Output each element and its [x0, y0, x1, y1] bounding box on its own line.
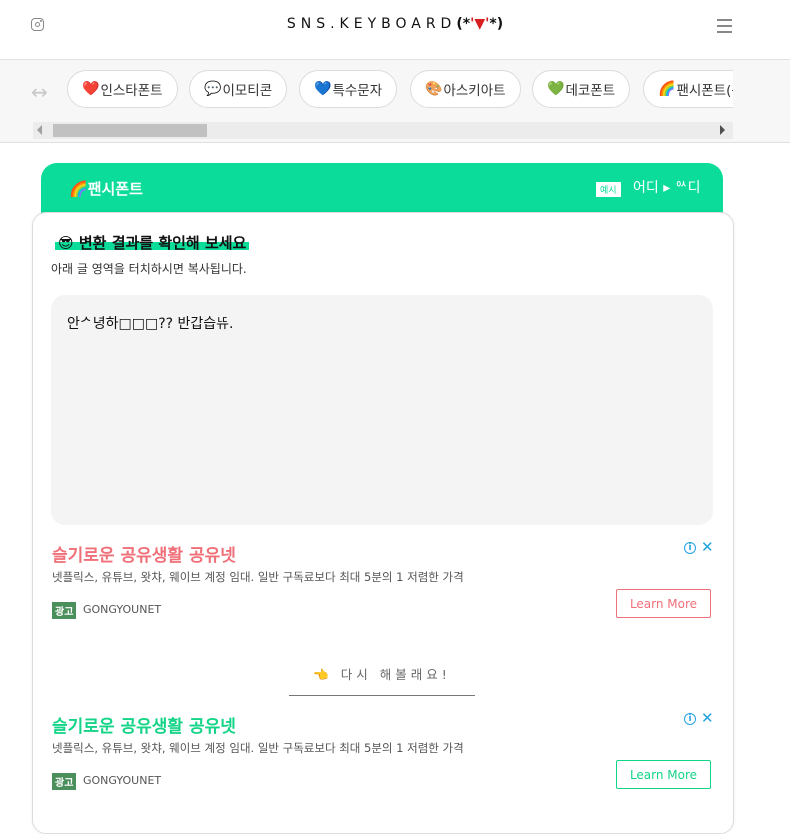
speech-bubble-icon: 💬	[204, 81, 222, 97]
green-heart-icon: 💚	[547, 81, 565, 97]
learn-more-button[interactable]: Learn More	[616, 589, 711, 618]
ad-badge: 광고	[52, 602, 77, 619]
result-title: 😎 변환 결과를 확인해 보세요	[55, 232, 250, 253]
red-heart-icon: ❤️	[82, 81, 100, 97]
ad-description: 넷플릭스, 유튜브, 왓챠, 웨이브 계정 임대. 일반 구독료보다 최대 5분…	[52, 741, 464, 755]
learn-more-button[interactable]: Learn More	[616, 760, 711, 789]
ad-badge: 광고	[52, 773, 77, 790]
scrollbar-thumb[interactable]	[53, 124, 207, 137]
logo-face-tongue: '▼'	[470, 16, 490, 32]
category-tab-strip: ↔ ❤️ 인스타폰트 💬 이모티콘 💙 특수문자 🎨 아스키아트 💚 데코폰트 🌈 팬시폰트…	[0, 60, 790, 143]
tab-label: 특수문자	[332, 83, 383, 99]
pointing-hand-icon: 👈	[313, 667, 333, 682]
logo-face: (*'▼'*)	[456, 16, 503, 32]
logo-face-right: *)	[489, 16, 504, 32]
ad-close-icon[interactable]: ✕	[701, 538, 714, 556]
tab-special-chars[interactable]: 💙 특수문자	[299, 70, 398, 108]
ad-title[interactable]: 슬기로운 공유생활 공유넷	[52, 541, 236, 566]
ad-description: 넷플릭스, 유튜브, 왓챠, 웨이브 계정 임대. 일반 구독료보다 최대 5분…	[52, 570, 464, 584]
tab-fancy-font[interactable]: 🌈팬시폰트(특	[643, 70, 733, 108]
top-header: SNS.KEYBOARD(*'▼'*)	[0, 0, 790, 60]
hamburger-menu-icon[interactable]	[717, 19, 732, 33]
rainbow-icon: 🌈	[658, 81, 676, 97]
tab-deco-font[interactable]: 💚 데코폰트	[532, 70, 631, 108]
ad-brand: GONGYOUNET	[83, 774, 162, 787]
horizontal-scrollbar[interactable]	[33, 122, 733, 139]
tab-label: 이모티콘	[222, 83, 273, 99]
result-title-text: 변환 결과를 확인해 보세요	[78, 234, 247, 252]
sunglasses-face-icon: 😎	[58, 234, 74, 252]
result-subtitle: 아래 글 영역을 터치하시면 복사됩니다.	[51, 262, 247, 276]
ad-info-icon[interactable]: i	[684, 542, 696, 554]
ad-brand: GONGYOUNET	[83, 603, 162, 616]
ad-title[interactable]: 슬기로운 공유생활 공유넷	[52, 712, 236, 737]
tab-insta-font[interactable]: ❤️ 인스타폰트	[67, 70, 178, 108]
retry-label: 다시 해볼래요!	[340, 667, 451, 682]
tab-label: 인스타폰트	[100, 83, 163, 99]
ad-banner-1[interactable]: 슬기로운 공유생활 공유넷 넷플릭스, 유튜브, 왓챠, 웨이브 계정 임대. …	[51, 538, 714, 641]
result-output-text[interactable]: 안ᄼ녕하□□□?? 반갑습ᄕᅲ.	[67, 313, 233, 333]
site-logo[interactable]: SNS.KEYBOARD(*'▼'*)	[0, 16, 790, 32]
scroll-right-arrow[interactable]	[720, 125, 725, 135]
panel-title: 🌈팬시폰트	[69, 178, 143, 199]
scroll-hint-arrows-icon: ↔	[31, 80, 48, 104]
scroll-left-arrow[interactable]	[37, 125, 42, 135]
logo-text: SNS.KEYBOARD	[286, 16, 457, 32]
result-output-box[interactable]: 안ᄼ녕하□□□?? 반갑습ᄕᅲ.	[51, 295, 713, 525]
example-text: 어디 ▸ ᅅ디	[633, 180, 701, 196]
logo-face-left: (*	[456, 16, 471, 32]
ad-info-icon[interactable]: i	[684, 713, 696, 725]
example-badge: 예시	[596, 182, 621, 197]
rainbow-icon: 🌈	[69, 180, 88, 198]
tab-emoticon[interactable]: 💬 이모티콘	[189, 70, 288, 108]
result-card: 😎 변환 결과를 확인해 보세요 아래 글 영역을 터치하시면 복사됩니다. 안…	[32, 212, 734, 834]
blue-heart-icon: 💙	[314, 81, 332, 97]
tab-label: 아스키아트	[443, 83, 506, 99]
tab-ascii-art[interactable]: 🎨 아스키아트	[410, 70, 521, 108]
panel-title-text: 팬시폰트	[87, 180, 143, 198]
retry-button[interactable]: 👈 다시 해볼래요!	[289, 661, 475, 696]
tab-label: 데코폰트	[565, 83, 616, 99]
tab-label: 팬시폰트(특	[676, 83, 733, 99]
palette-icon: 🎨	[425, 81, 443, 97]
ad-banner-2[interactable]: 슬기로운 공유생활 공유넷 넷플릭스, 유튜브, 왓챠, 웨이브 계정 임대. …	[51, 709, 714, 812]
ad-close-icon[interactable]: ✕	[701, 709, 714, 727]
